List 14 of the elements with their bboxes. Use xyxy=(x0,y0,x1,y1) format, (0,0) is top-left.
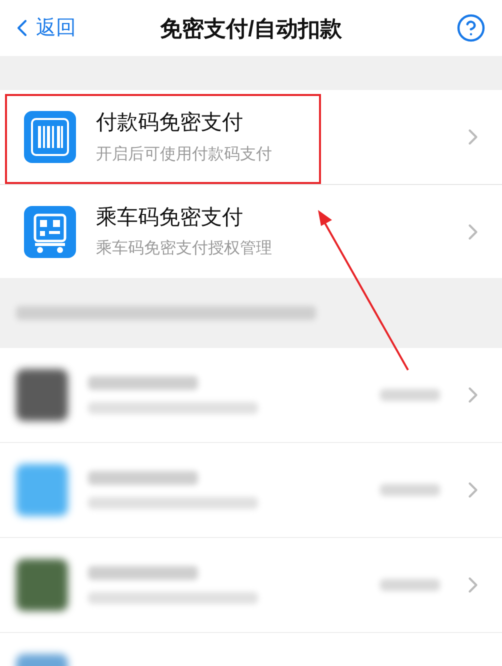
barcode-icon xyxy=(24,111,76,163)
blurred-text xyxy=(380,579,440,591)
option-title: 乘车码免密支付 xyxy=(96,204,244,231)
option-subtitle: 开启后可使用付款码支付 xyxy=(96,144,272,165)
back-button[interactable]: 返回 xyxy=(8,13,98,43)
blurred-text xyxy=(380,389,440,401)
bus-qr-icon xyxy=(24,206,76,258)
help-icon[interactable] xyxy=(456,13,486,43)
blurred-text xyxy=(380,484,440,496)
option-title: 付款码免密支付 xyxy=(96,110,244,136)
page-title: 免密支付/自动扣款 xyxy=(160,14,342,42)
option-row[interactable]: 乘车码免密支付 乘车码免密支付授权管理 xyxy=(0,184,502,278)
option-subtitle: 乘车码免密支付授权管理 xyxy=(96,238,272,260)
option-row[interactable]: 付款码免密支付 开启后可使用付款码支付 xyxy=(0,90,502,184)
